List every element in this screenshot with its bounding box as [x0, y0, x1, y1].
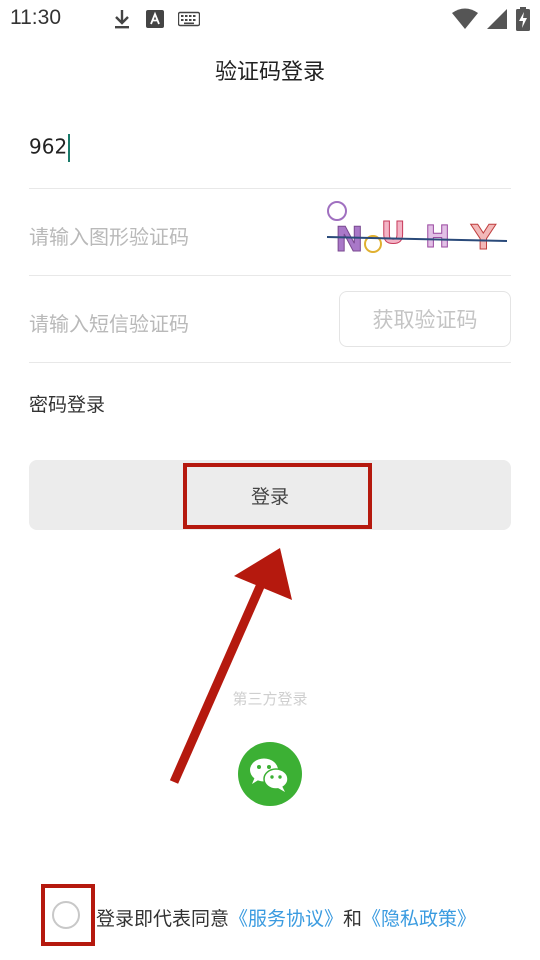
signal-icon [487, 9, 507, 29]
get-sms-code-button[interactable]: 获取验证码 [339, 291, 511, 347]
captcha-char-4: Y [470, 218, 496, 258]
captcha-char-2: U [381, 216, 405, 251]
phone-input[interactable]: 962 [29, 110, 511, 189]
battery-charging-icon [516, 7, 530, 31]
status-bar: 11:30 [0, 0, 540, 38]
status-icons-left [112, 8, 200, 30]
agreement-text: 登录即代表同意《服务协议》和《隐私政策》 [96, 904, 476, 931]
captcha-image[interactable]: N U H Y [323, 199, 511, 267]
wechat-icon [250, 758, 289, 792]
third-party-login-label: 第三方登录 [232, 690, 308, 708]
password-login-link[interactable]: 密码登录 [29, 390, 105, 417]
agreement-conjunction: 和 [343, 908, 363, 930]
keyboard-icon [178, 11, 200, 27]
sms-row: 请输入短信验证码 获取验证码 [29, 276, 511, 363]
wifi-icon [452, 8, 478, 29]
wechat-login-button[interactable] [238, 742, 302, 806]
page-title: 验证码登录 [214, 60, 325, 85]
captcha-char-3: H [425, 220, 450, 255]
text-cursor [68, 134, 71, 162]
captcha-char-1: N [335, 220, 363, 260]
phone-input-value: 962 [29, 134, 71, 162]
agree-checkbox[interactable] [52, 901, 80, 929]
agreement-row: 登录即代表同意《服务协议》和《隐私政策》 [40, 884, 520, 946]
privacy-policy-link[interactable]: 《隐私政策》 [362, 908, 476, 930]
login-button[interactable]: 登录 [29, 460, 511, 530]
status-icons-right [452, 7, 530, 31]
font-a-icon [146, 10, 164, 28]
captcha-row: 请输入图形验证码 N U H Y [29, 189, 511, 276]
agreement-prefix: 登录即代表同意 [96, 908, 230, 930]
download-icon [115, 10, 129, 29]
status-time: 11:30 [10, 6, 61, 29]
captcha-input[interactable]: 请输入图形验证码 [29, 221, 189, 250]
sms-code-input[interactable]: 请输入短信验证码 [29, 308, 189, 337]
service-agreement-link[interactable]: 《服务协议》 [229, 908, 343, 930]
